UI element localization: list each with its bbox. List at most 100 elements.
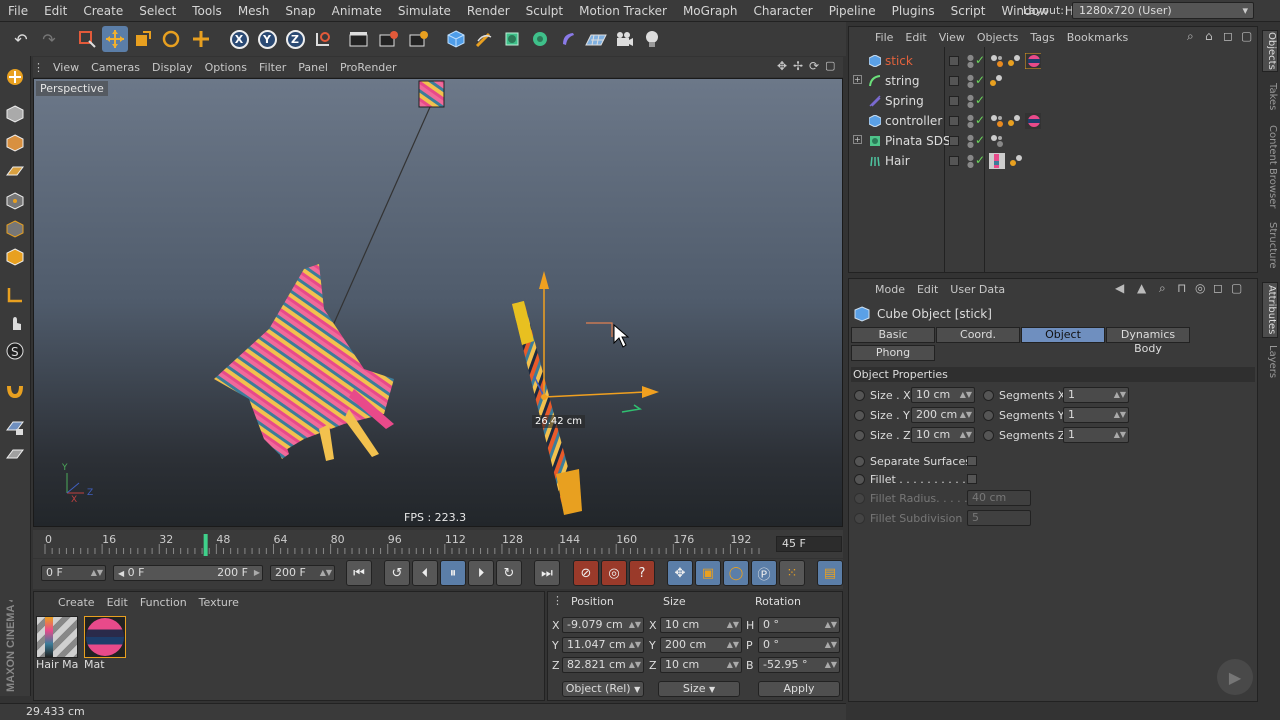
3d-viewport[interactable]: Perspective Y X Z 26.42 cm FPS: 223.3 (33, 78, 843, 527)
menu-render[interactable]: Render (459, 0, 518, 22)
size-x-input[interactable]: 10 cm ▲▼ (911, 387, 975, 403)
camera-icon[interactable] (611, 26, 637, 52)
side-tab-takes[interactable]: Takes (1262, 80, 1278, 114)
om-menu-file[interactable]: File (869, 31, 899, 44)
enable-check-icon[interactable]: ✓ (975, 73, 985, 87)
visibility-dots-icon[interactable]: ● ● (967, 74, 975, 89)
tab-coord[interactable]: Coord. (936, 327, 1020, 343)
keyframe-selection-button[interactable]: ? (629, 560, 655, 586)
menu-pipeline[interactable]: Pipeline (821, 0, 884, 22)
next-frame-button[interactable]: ⏵ (468, 560, 494, 586)
menu-character[interactable]: Character (745, 0, 820, 22)
scheme-settings-button[interactable]: ▤ (817, 560, 843, 586)
deformer-icon[interactable] (555, 26, 581, 52)
object-row-spring[interactable]: Spring ● ● ✓ (849, 91, 1257, 111)
undo-icon[interactable]: ↶ (8, 26, 34, 52)
record-rotation-button[interactable]: ◯ (723, 560, 749, 586)
new-window-icon[interactable]: ◻ (1223, 29, 1233, 43)
segments-x-animate-radio[interactable] (983, 390, 994, 401)
visibility-dots-icon[interactable]: ● ● (967, 134, 975, 149)
coordinate-mode-select[interactable]: Object (Rel) ▼ (562, 681, 644, 697)
previous-keyframe-button[interactable]: ↺ (384, 560, 410, 586)
make-editable-icon[interactable] (4, 66, 26, 88)
pause-button[interactable]: ⏸ (440, 560, 466, 586)
layout-select[interactable]: 1280x720 (User) (1072, 2, 1254, 19)
material-menu-create[interactable]: Create (52, 596, 101, 609)
record-parameter-button[interactable]: Ⓟ (751, 560, 777, 586)
enable-check-icon[interactable]: ✓ (975, 153, 985, 167)
expand-icon[interactable]: + (853, 135, 862, 144)
menu-mesh[interactable]: Mesh (230, 0, 278, 22)
enable-check-icon[interactable]: ✓ (975, 93, 985, 107)
menu-mograph[interactable]: MoGraph (675, 0, 746, 22)
menu-snap[interactable]: Snap (277, 0, 323, 22)
size-y-input[interactable]: 200 cm ▲▼ (911, 407, 975, 423)
autokeying-button[interactable]: ◎ (601, 560, 627, 586)
workplane-lock-icon[interactable] (4, 416, 26, 438)
rot-h-field[interactable]: 0 ° ▲▼ (758, 617, 840, 633)
polygons-mode-icon[interactable] (4, 246, 26, 268)
viewport-menu-cameras[interactable]: Cameras (85, 61, 146, 74)
segments-y-input[interactable]: 1 ▲▼ (1063, 407, 1129, 423)
segments-x-input[interactable]: 1 ▲▼ (1063, 387, 1129, 403)
segments-z-input[interactable]: 1 ▲▼ (1063, 427, 1129, 443)
record-position-button[interactable]: ✥ (667, 560, 693, 586)
size-z-animate-radio[interactable] (854, 430, 865, 441)
separate-surfaces-animate-radio[interactable] (854, 456, 865, 467)
viewport-menu-display[interactable]: Display (146, 61, 199, 74)
rotate-icon[interactable] (158, 26, 184, 52)
material-menu-texture[interactable]: Texture (193, 596, 245, 609)
editor-render-toggle[interactable] (949, 96, 959, 106)
menu-edit[interactable]: Edit (36, 0, 75, 22)
pos-z-field[interactable]: 82.821 cm ▲▼ (562, 657, 644, 673)
menu-tools[interactable]: Tools (184, 0, 230, 22)
back-arrow-icon[interactable]: ◀ (1115, 281, 1124, 295)
viewport-menu-options[interactable]: Options (199, 61, 253, 74)
settings-icon[interactable]: ◎ (1195, 281, 1205, 295)
snap-icon[interactable]: S (4, 340, 26, 362)
object-row-string[interactable]: + string ● ● ✓ (849, 71, 1257, 91)
viewport-menu-prorender[interactable]: ProRender (334, 61, 403, 74)
search-icon[interactable]: ⌕ (1159, 281, 1166, 296)
x-axis-icon[interactable]: X (226, 26, 252, 52)
object-row-hair[interactable]: Hair ● ● ✓ (849, 151, 1257, 171)
points-mode-icon[interactable] (4, 190, 26, 212)
up-arrow-icon[interactable]: ▲ (1137, 281, 1146, 295)
enable-check-icon[interactable]: ✓ (975, 53, 985, 67)
size-x-animate-radio[interactable] (854, 390, 865, 401)
object-row-controller[interactable]: controller ● ● ✓ (849, 111, 1257, 131)
om-menu-edit[interactable]: Edit (899, 31, 932, 44)
array-icon[interactable] (527, 26, 553, 52)
current-frame-field[interactable]: 45 F (776, 536, 842, 552)
menu-select[interactable]: Select (131, 0, 184, 22)
viewport-menu-view[interactable]: View (47, 61, 85, 74)
model-mode-icon[interactable] (4, 103, 26, 125)
menu-create[interactable]: Create (75, 0, 131, 22)
editor-render-toggle[interactable] (949, 116, 959, 126)
editor-render-toggle[interactable] (949, 156, 959, 166)
pos-x-field[interactable]: -9.079 cm ▲▼ (562, 617, 644, 633)
light-icon[interactable] (639, 26, 665, 52)
viewport-menu-filter[interactable]: Filter (253, 61, 292, 74)
end-frame-field[interactable]: 200 F ▲▼ (270, 565, 335, 581)
menu-script[interactable]: Script (943, 0, 994, 22)
visibility-dots-icon[interactable]: ● ● (967, 154, 975, 169)
preview-range-slider[interactable]: ◀ 0 F 200 F ▶ (113, 565, 263, 581)
workplane-mode-icon[interactable] (4, 160, 26, 182)
object-row-pinata-sds[interactable]: + Pinata SDS ● ● ✓ (849, 131, 1257, 151)
side-tab-objects[interactable]: Objects (1262, 30, 1278, 72)
viewport-move-icon[interactable]: ✥ (777, 59, 787, 73)
viewport-rotate-icon[interactable]: ⟳ (809, 59, 819, 73)
size-y-field[interactable]: 200 cm ▲▼ (660, 637, 742, 653)
tab-dynamics-body[interactable]: Dynamics Body (1106, 327, 1190, 355)
menu-plugins[interactable]: Plugins (884, 0, 943, 22)
home-icon[interactable]: ⌂ (1205, 29, 1213, 43)
magnet-icon[interactable] (4, 378, 26, 400)
cube-icon[interactable] (443, 26, 469, 52)
size-z-field[interactable]: 10 cm ▲▼ (660, 657, 742, 673)
texture-mode-icon[interactable] (4, 132, 26, 154)
y-axis-icon[interactable]: Y (254, 26, 280, 52)
edit-render-settings-icon[interactable] (406, 26, 432, 52)
side-tab-content-browser[interactable]: Content Browser (1262, 122, 1278, 212)
record-point-level-button[interactable]: ⁙ (779, 560, 805, 586)
